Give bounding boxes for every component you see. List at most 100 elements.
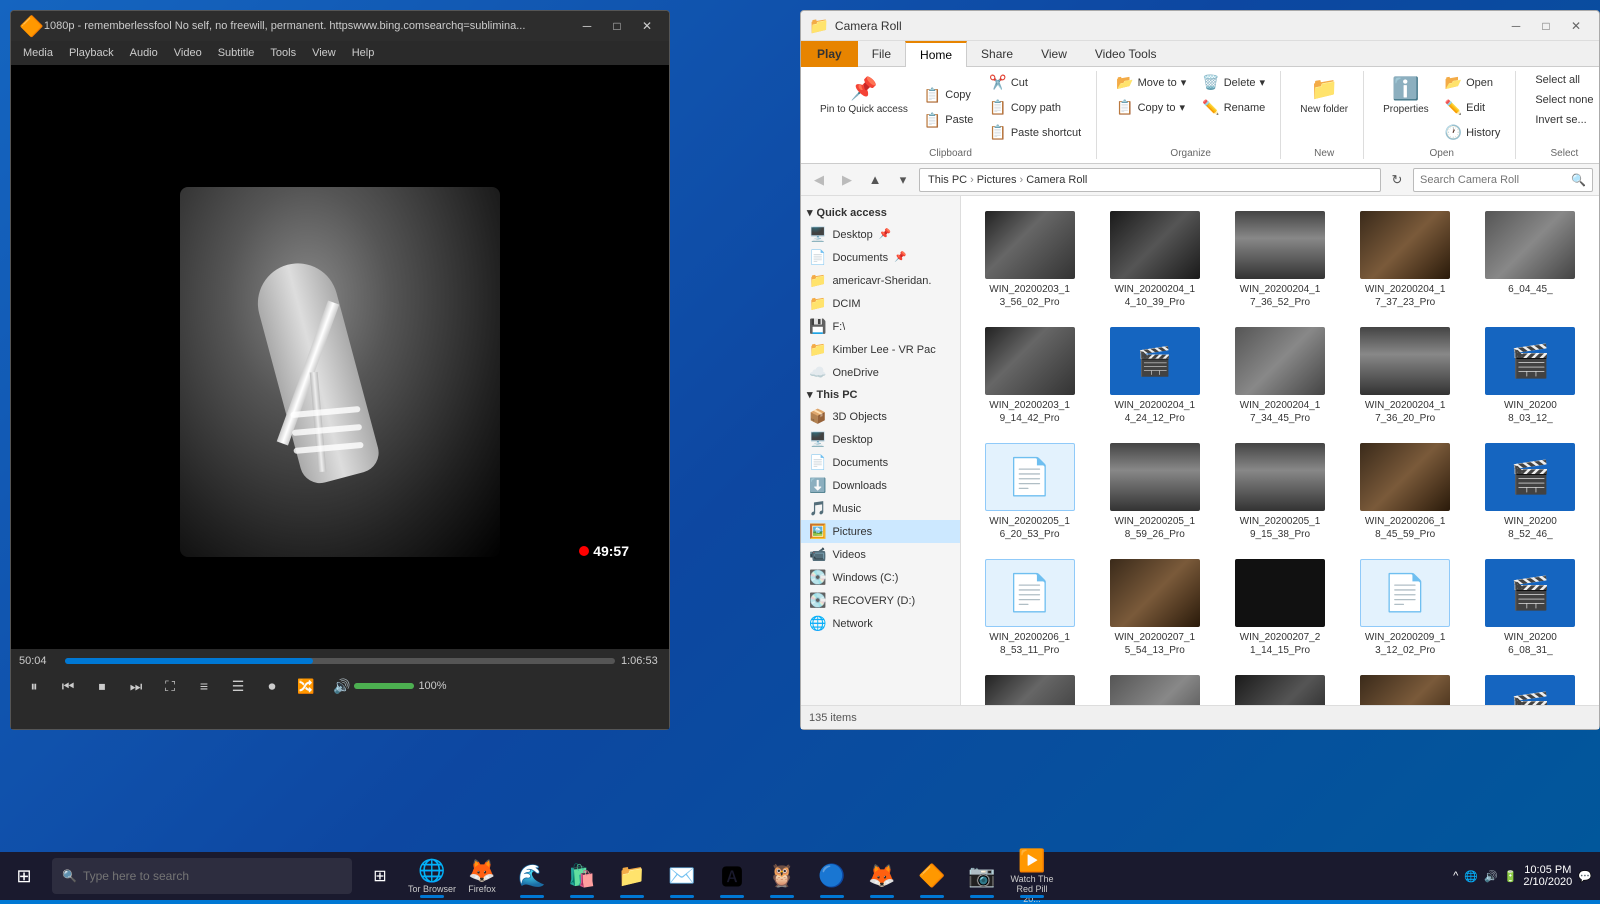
ribbon-tab-file[interactable]: File <box>858 41 905 67</box>
task-view-button[interactable]: ⊞ <box>356 852 404 900</box>
file-item-16[interactable]: WIN_20200209_18_12_42_Pro <box>969 668 1090 705</box>
sidebar-item-3d-objects[interactable]: 📦 3D Objects <box>801 405 960 428</box>
file-item-15[interactable]: 🎬 WIN_202006_08_31_ <box>1470 552 1591 664</box>
ribbon-tab-home[interactable]: Home <box>905 41 967 67</box>
vlc-menu-tools[interactable]: Tools <box>262 41 304 65</box>
vlc-loop-button[interactable]: 🔀 <box>291 673 321 699</box>
file-item-17[interactable]: WIN_20200210_15_20_53_Pro <box>1094 668 1215 705</box>
sidebar-item-videos[interactable]: 📹 Videos <box>801 543 960 566</box>
taskbar-search-input[interactable] <box>83 869 342 883</box>
sidebar-item-documents[interactable]: 📄 Documents 📌 <box>801 246 960 269</box>
taskbar-app-app1[interactable]: 🔵 <box>808 852 856 900</box>
tray-clock[interactable]: 10:05 PM 2/10/2020 <box>1523 864 1572 888</box>
vlc-playlist-button[interactable]: ☰ <box>223 673 253 699</box>
file-item-4[interactable]: WIN_20200204_17_36_20_Pro <box>1345 320 1466 432</box>
file-item-8[interactable]: WIN_20200205_19_15_38_Pro <box>1219 436 1340 548</box>
sidebar-item-windows-c[interactable]: 💽 Windows (C:) <box>801 566 960 589</box>
vlc-prev-button[interactable]: ⏮ <box>53 673 83 699</box>
vlc-menu-audio[interactable]: Audio <box>122 41 166 65</box>
vlc-volume-bar[interactable] <box>354 683 414 689</box>
sidebar-item-dcim[interactable]: 📁 DCIM <box>801 292 960 315</box>
vlc-progressbar[interactable] <box>65 658 615 664</box>
sidebar-item-downloads[interactable]: ⬇️ Downloads <box>801 474 960 497</box>
delete-button[interactable]: 🗑️ Delete ▾ <box>1195 71 1272 94</box>
file-item-row0-4[interactable]: WIN_20200204_17_37_23_Pro <box>1345 204 1466 316</box>
search-box[interactable]: 🔍 <box>1413 168 1593 192</box>
copy-to-button[interactable]: 📋 Copy to ▾ <box>1109 96 1193 119</box>
sidebar-item-f-drive[interactable]: 💾 F:\ <box>801 315 960 338</box>
file-item-5[interactable]: 🎬 WIN_202008_03_12_ <box>1470 320 1591 432</box>
file-item-row0-5[interactable]: 6_04_45_ <box>1470 204 1591 316</box>
ribbon-tab-share[interactable]: Share <box>967 41 1027 67</box>
file-item-18[interactable]: WIN_20200210_18_21_18_Pro <box>1219 668 1340 705</box>
edit-button[interactable]: ✏️ Edit <box>1438 96 1508 119</box>
explorer-maximize-button[interactable]: □ <box>1531 14 1561 38</box>
taskbar-app-store[interactable]: 🛍️ <box>558 852 606 900</box>
taskbar-app-torbrowser[interactable]: 🌐 Tor Browser <box>408 852 456 900</box>
sidebar-item-documents2[interactable]: 📄 Documents <box>801 451 960 474</box>
explorer-close-button[interactable]: ✕ <box>1561 14 1591 38</box>
sidebar-item-music[interactable]: 🎵 Music <box>801 497 960 520</box>
file-item-13[interactable]: WIN_20200207_21_14_15_Pro <box>1219 552 1340 664</box>
taskbar-app-camera[interactable]: 📷 <box>958 852 1006 900</box>
explorer-minimize-button[interactable]: ─ <box>1501 14 1531 38</box>
sidebar-item-americavr[interactable]: 📁 americavr-Sheridan. <box>801 269 960 292</box>
file-item-20[interactable]: 🎬 WIN_202001_15_11_ <box>1470 668 1591 705</box>
ribbon-tab-view[interactable]: View <box>1027 41 1081 67</box>
move-to-button[interactable]: 📂 Move to ▾ <box>1109 71 1193 94</box>
sidebar-item-kimber[interactable]: 📁 Kimber Lee - VR Pac <box>801 338 960 361</box>
vlc-record-button[interactable]: ⏺ <box>257 673 287 699</box>
notification-button[interactable]: 💬 <box>1578 870 1592 883</box>
vlc-pause-button[interactable]: ⏸ <box>19 673 49 699</box>
taskbar-app-mail[interactable]: ✉️ <box>658 852 706 900</box>
sidebar-item-onedrive[interactable]: ☁️ OneDrive <box>801 361 960 384</box>
taskbar-search[interactable]: 🔍 <box>52 858 352 894</box>
sidebar-item-pictures[interactable]: 🖼️ Pictures <box>801 520 960 543</box>
sidebar-item-recovery-d[interactable]: 💽 RECOVERY (D:) <box>801 589 960 612</box>
file-item-9[interactable]: WIN_20200206_18_45_59_Pro <box>1345 436 1466 548</box>
vlc-toggle-button[interactable]: ≡ <box>189 673 219 699</box>
vlc-menu-help[interactable]: Help <box>344 41 383 65</box>
vlc-menu-subtitle[interactable]: Subtitle <box>210 41 263 65</box>
tray-chevron[interactable]: ^ <box>1453 870 1458 882</box>
copy-path-button[interactable]: 📋 Copy path <box>982 96 1088 119</box>
taskbar-app-watchredpill[interactable]: ▶️ Watch The Red Pill 20... <box>1008 852 1056 900</box>
new-folder-button[interactable]: 📁 New folder <box>1293 71 1355 120</box>
vlc-menu-media[interactable]: Media <box>15 41 61 65</box>
address-path[interactable]: This PC › Pictures › Camera Roll <box>919 168 1381 192</box>
file-item-19[interactable]: WIN_20200210_18_39_18_Pro <box>1345 668 1466 705</box>
paste-shortcut-button[interactable]: 📋 Paste shortcut <box>982 121 1088 144</box>
vlc-menu-video[interactable]: Video <box>166 41 210 65</box>
file-item-6[interactable]: 📄 WIN_20200205_16_20_53_Pro <box>969 436 1090 548</box>
sidebar-item-desktop[interactable]: 🖥️ Desktop 📌 <box>801 223 960 246</box>
taskbar-app-firefox[interactable]: 🦊 Firefox <box>458 852 506 900</box>
file-item-14[interactable]: 📄 WIN_20200209_13_12_02_Pro <box>1345 552 1466 664</box>
vlc-minimize-button[interactable]: ─ <box>573 15 601 37</box>
vlc-stop-button[interactable]: ⏹ <box>87 673 117 699</box>
history-button[interactable]: 🕐 History <box>1438 121 1508 144</box>
vlc-next-button[interactable]: ⏭ <box>121 673 151 699</box>
select-none-button[interactable]: Select none <box>1528 91 1600 109</box>
file-item-row0-1[interactable]: WIN_20200203_13_56_02_Pro <box>969 204 1090 316</box>
invert-selection-button[interactable]: Invert se... <box>1528 111 1600 129</box>
cut-button[interactable]: ✂️ Cut <box>982 71 1088 94</box>
pin-quick-access-button[interactable]: 📌 Pin to Quick access <box>813 71 915 120</box>
taskbar-app-tripadvisor[interactable]: 🦉 <box>758 852 806 900</box>
sidebar-item-network[interactable]: 🌐 Network <box>801 612 960 635</box>
tray-volume-icon[interactable]: 🔊 <box>1484 870 1498 883</box>
ribbon-tab-videotools[interactable]: Video Tools <box>1081 41 1171 67</box>
file-item-11[interactable]: 📄 WIN_20200206_18_53_11_Pro <box>969 552 1090 664</box>
vlc-maximize-button[interactable]: □ <box>603 15 631 37</box>
properties-button[interactable]: ℹ️ Properties <box>1376 71 1436 120</box>
file-item-12[interactable]: WIN_20200207_15_54_13_Pro <box>1094 552 1215 664</box>
vlc-menu-view[interactable]: View <box>304 41 344 65</box>
recent-button[interactable]: ▾ <box>891 168 915 192</box>
forward-button[interactable]: ▶ <box>835 168 859 192</box>
taskbar-app-amazon[interactable]: 🅰 <box>708 852 756 900</box>
vlc-close-button[interactable]: ✕ <box>633 15 661 37</box>
vlc-menu-playback[interactable]: Playback <box>61 41 122 65</box>
file-item-10[interactable]: 🎬 WIN_202008_52_46_ <box>1470 436 1591 548</box>
taskbar-app-explorer[interactable]: 📁 <box>608 852 656 900</box>
file-item-1[interactable]: WIN_20200203_19_14_42_Pro <box>969 320 1090 432</box>
sidebar-item-desktop2[interactable]: 🖥️ Desktop <box>801 428 960 451</box>
